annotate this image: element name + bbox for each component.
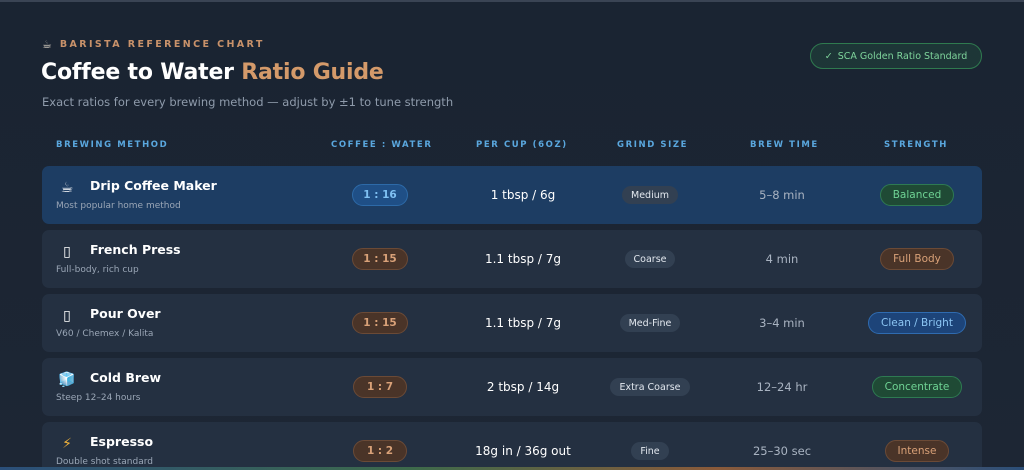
- brew-time-value: 12–24 hr: [756, 380, 808, 394]
- col-method: BREWING METHOD: [56, 140, 169, 150]
- coffee-cup-icon: ☕: [42, 38, 52, 51]
- method-name: Espresso: [90, 434, 154, 449]
- ratio-cell: 1 : 16: [320, 166, 440, 224]
- grind-badge: Fine: [631, 442, 669, 460]
- strength-cell: Concentrate: [852, 358, 982, 416]
- ratio-badge: 1 : 16: [352, 184, 408, 206]
- method-name: Cold Brew: [90, 370, 162, 385]
- col-time: BREW TIME: [750, 140, 819, 150]
- table-row[interactable]: ▯ Pour Over V60 / Chemex / Kalita 1 : 15…: [42, 294, 982, 352]
- brew-time-value: 5–8 min: [759, 188, 805, 202]
- page-title: Coffee to Water Ratio Guide: [41, 60, 384, 85]
- per-cup-value: 18g in / 36g out: [475, 444, 571, 458]
- table-row[interactable]: ☕ Drip Coffee Maker Most popular home me…: [42, 166, 982, 224]
- ratio-cell: 1 : 2: [320, 422, 440, 470]
- eyebrow: ☕ BARISTA REFERENCE CHART: [42, 38, 265, 51]
- lightning-icon: ⚡: [62, 436, 72, 452]
- strength-cell: Full Body: [852, 230, 982, 288]
- table-row[interactable]: 🧊 Cold Brew Steep 12–24 hours 1 : 7 2 tb…: [42, 358, 982, 416]
- method-name: Pour Over: [90, 306, 161, 321]
- grind-cell: Med-Fine: [590, 294, 710, 352]
- strength-cell: Balanced: [852, 166, 982, 224]
- ratio-badge: 1 : 15: [352, 248, 408, 270]
- title-main: Coffee to Water: [41, 60, 242, 85]
- per-cup-value: 1.1 tbsp / 7g: [484, 252, 561, 266]
- per-cup-value: 1.1 tbsp / 7g: [484, 316, 561, 330]
- ratio-cell: 1 : 15: [320, 294, 440, 352]
- per-cup-value: 1 tbsp / 6g: [490, 188, 556, 202]
- method-desc: Most popular home method: [56, 201, 181, 211]
- grind-badge: Coarse: [624, 250, 676, 268]
- col-grind: GRIND SIZE: [617, 140, 689, 150]
- brew-time-value: 3–4 min: [759, 316, 805, 330]
- method-cell: ▯ French Press Full-body, rich cup: [42, 230, 322, 288]
- col-ratio: COFFEE : WATER: [331, 140, 433, 150]
- sca-badge-label: SCA Golden Ratio Standard: [837, 50, 968, 62]
- grind-cell: Fine: [590, 422, 710, 470]
- grind-cell: Medium: [590, 166, 710, 224]
- method-desc: Full-body, rich cup: [56, 265, 139, 275]
- strength-badge: Full Body: [880, 248, 954, 270]
- pour-over-icon: ▯: [63, 308, 71, 324]
- grind-badge: Extra Coarse: [610, 378, 690, 396]
- strength-badge: Concentrate: [871, 376, 963, 398]
- grind-cell: Coarse: [590, 230, 710, 288]
- method-desc: V60 / Chemex / Kalita: [56, 329, 154, 339]
- per-cup-value: 2 tbsp / 14g: [486, 380, 560, 394]
- table-row[interactable]: ▯ French Press Full-body, rich cup 1 : 1…: [42, 230, 982, 288]
- col-strength: STRENGTH: [884, 140, 948, 150]
- page-subtitle: Exact ratios for every brewing method — …: [42, 95, 454, 109]
- ratio-cell: 1 : 7: [320, 358, 440, 416]
- method-desc: Steep 12–24 hours: [56, 393, 141, 403]
- ratio-guide-panel: ☕ BARISTA REFERENCE CHART Coffee to Wate…: [0, 0, 1024, 470]
- table-row[interactable]: ⚡ Espresso Double shot standard 1 : 2 18…: [42, 422, 982, 470]
- col-per-cup: PER CUP (6OZ): [476, 140, 568, 150]
- strength-cell: Intense: [852, 422, 982, 470]
- coffee-cup-icon: ☕: [60, 180, 74, 196]
- eyebrow-text: BARISTA REFERENCE CHART: [59, 39, 265, 50]
- ratio-badge: 1 : 7: [353, 376, 407, 398]
- check-icon: ✓: [824, 50, 833, 62]
- method-cell: ☕ Drip Coffee Maker Most popular home me…: [42, 166, 322, 224]
- method-name: French Press: [90, 242, 181, 257]
- strength-badge: Intense: [884, 440, 950, 462]
- strength-badge: Balanced: [879, 184, 955, 206]
- grind-badge: Med-Fine: [619, 314, 681, 332]
- brew-time-value: 4 min: [765, 252, 799, 266]
- grind-badge: Medium: [622, 186, 678, 204]
- grind-cell: Extra Coarse: [590, 358, 710, 416]
- ice-cube-icon: 🧊: [58, 372, 76, 388]
- french-press-icon: ▯: [63, 244, 71, 260]
- strength-cell: Clean / Bright: [852, 294, 982, 352]
- ratio-cell: 1 : 15: [320, 230, 440, 288]
- method-desc: Double shot standard: [56, 457, 153, 467]
- sca-standard-badge: ✓ SCA Golden Ratio Standard: [810, 43, 982, 69]
- ratio-badge: 1 : 2: [353, 440, 407, 462]
- title-accent: Ratio Guide: [241, 60, 384, 85]
- ratio-badge: 1 : 15: [352, 312, 408, 334]
- brew-time-value: 25–30 sec: [752, 444, 812, 458]
- method-cell: ▯ Pour Over V60 / Chemex / Kalita: [42, 294, 322, 352]
- table-header: BREWING METHOD COFFEE : WATER PER CUP (6…: [42, 140, 982, 154]
- method-name: Drip Coffee Maker: [90, 178, 217, 193]
- method-cell: ⚡ Espresso Double shot standard: [42, 422, 322, 470]
- method-cell: 🧊 Cold Brew Steep 12–24 hours: [42, 358, 322, 416]
- strength-badge: Clean / Bright: [868, 312, 966, 334]
